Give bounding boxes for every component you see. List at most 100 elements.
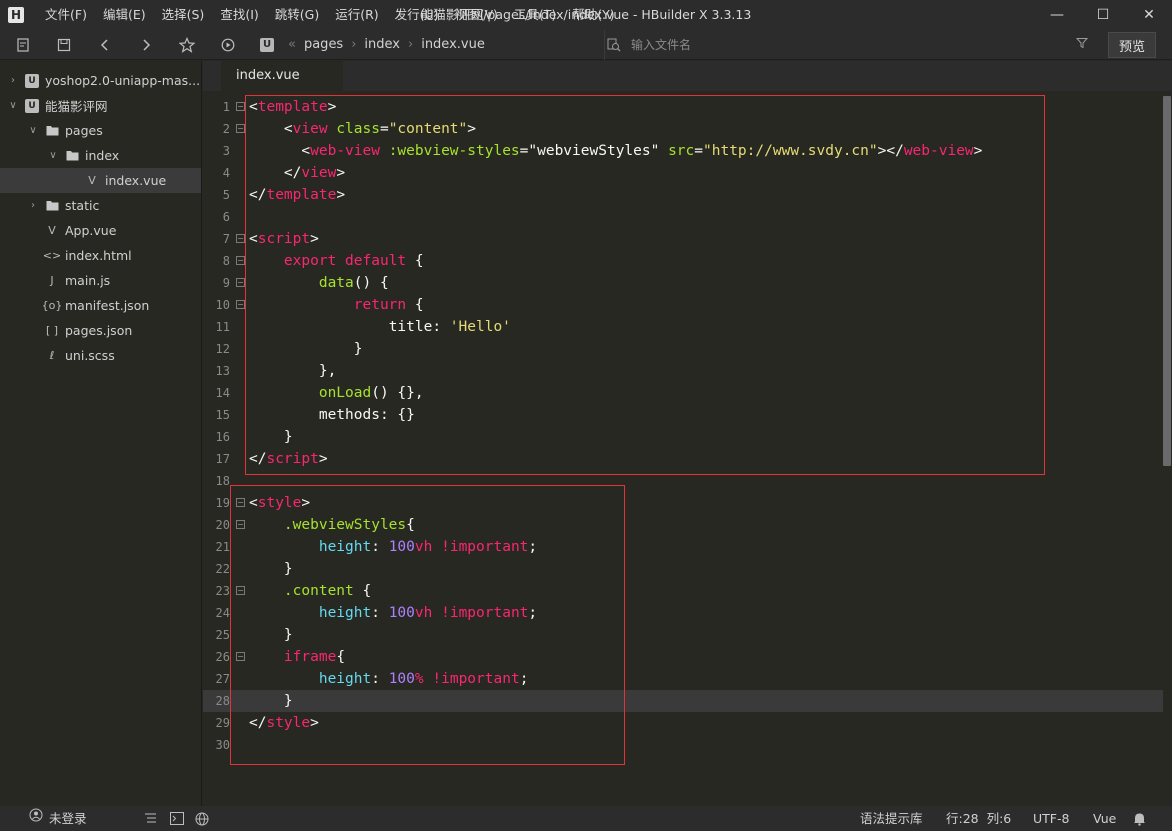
code-line[interactable]: 13 },: [203, 360, 1163, 382]
tree-item[interactable]: [ ] pages.json: [0, 318, 201, 343]
code-line[interactable]: 6: [203, 206, 1163, 228]
code-line[interactable]: 14 onLoad() {},: [203, 382, 1163, 404]
breadcrumb-item-index[interactable]: index: [364, 37, 400, 52]
fold-toggle-icon[interactable]: −: [236, 300, 245, 309]
chevron-right-icon[interactable]: ›: [27, 200, 39, 211]
code-line[interactable]: 24 height: 100vh !important;: [203, 602, 1163, 624]
file-search-input[interactable]: [631, 38, 1051, 52]
network-icon[interactable]: [195, 806, 209, 831]
code-line[interactable]: 30: [203, 734, 1163, 756]
code-line[interactable]: 19− <style>: [203, 492, 1163, 514]
forward-icon[interactable]: [136, 35, 156, 55]
fold-toggle-icon[interactable]: −: [236, 102, 245, 111]
menu-item-5[interactable]: 运行(R): [327, 0, 386, 30]
tree-item[interactable]: ∨ index: [0, 143, 201, 168]
maximize-button[interactable]: ☐: [1080, 0, 1126, 30]
code-line[interactable]: 7− <script>: [203, 228, 1163, 250]
code-text: onLoad() {},: [318, 385, 424, 401]
code-line[interactable]: 28 }: [203, 690, 1163, 712]
fold-toggle-icon[interactable]: −: [236, 278, 245, 287]
language-mode[interactable]: Vue: [1093, 806, 1116, 831]
login-status[interactable]: 未登录: [29, 806, 87, 831]
tab-index-vue[interactable]: index.vue: [221, 61, 343, 91]
code-line[interactable]: 29 </style>: [203, 712, 1163, 734]
preview-button[interactable]: 预览: [1108, 32, 1156, 58]
minimize-button[interactable]: —: [1034, 0, 1080, 30]
code-line[interactable]: 22 }: [203, 558, 1163, 580]
run-icon[interactable]: [218, 35, 238, 55]
menu-item-7[interactable]: 视图(V): [447, 0, 506, 30]
close-button[interactable]: ✕: [1126, 0, 1172, 30]
code-line[interactable]: 4 </view>: [203, 162, 1163, 184]
breadcrumb-separator: ›: [351, 37, 357, 52]
code-line[interactable]: 27 height: 100% !important;: [203, 668, 1163, 690]
fold-toggle-icon[interactable]: −: [236, 124, 245, 133]
encoding[interactable]: UTF-8: [1033, 806, 1069, 831]
line-number: 5: [222, 188, 230, 202]
code-line[interactable]: 18: [203, 470, 1163, 492]
file-icon: [ ]: [45, 324, 59, 337]
code-line[interactable]: 16 }: [203, 426, 1163, 448]
code-line[interactable]: 26− iframe{: [203, 646, 1163, 668]
breadcrumb-item-pages[interactable]: pages: [304, 37, 343, 52]
menu-item-0[interactable]: 文件(F): [37, 0, 95, 30]
code-line[interactable]: 17 </script>: [203, 448, 1163, 470]
code-line[interactable]: 2− <view class="content">: [203, 118, 1163, 140]
code-line[interactable]: 23− .content {: [203, 580, 1163, 602]
menu-item-4[interactable]: 跳转(G): [267, 0, 327, 30]
code-line[interactable]: 25 }: [203, 624, 1163, 646]
new-file-icon[interactable]: [13, 35, 33, 55]
filter-icon[interactable]: [1075, 37, 1089, 53]
code-line[interactable]: 5 </template>: [203, 184, 1163, 206]
code-line[interactable]: 20− .webviewStyles{: [203, 514, 1163, 536]
menu-item-8[interactable]: 工具(T): [506, 0, 564, 30]
tree-item[interactable]: › Uyoshop2.0-uniapp-mas...: [0, 68, 201, 93]
outline-icon[interactable]: [144, 806, 157, 831]
code-line[interactable]: 12 }: [203, 338, 1163, 360]
tree-item[interactable]: V App.vue: [0, 218, 201, 243]
back-icon[interactable]: [95, 35, 115, 55]
menu-item-9[interactable]: 帮助(Y): [564, 0, 622, 30]
fold-toggle-icon[interactable]: −: [236, 498, 245, 507]
chevron-down-icon[interactable]: ∨: [47, 150, 59, 161]
chevron-down-icon[interactable]: ∨: [27, 125, 39, 136]
code-editor[interactable]: 30 29 </style> 28 } 27 height: 100% !importa…: [203, 91, 1172, 806]
code-line[interactable]: 15 methods: {}: [203, 404, 1163, 426]
tree-item[interactable]: Jmain.js: [0, 268, 201, 293]
code-text: }: [283, 693, 293, 709]
tree-item[interactable]: Vindex.vue: [0, 168, 201, 193]
menu-item-3[interactable]: 查找(I): [212, 0, 266, 30]
fold-toggle-icon[interactable]: −: [236, 256, 245, 265]
tree-item[interactable]: <> index.html: [0, 243, 201, 268]
tree-item[interactable]: ∨ pages: [0, 118, 201, 143]
code-line[interactable]: 9− data() {: [203, 272, 1163, 294]
code-line[interactable]: 21 height: 100vh !important;: [203, 536, 1163, 558]
tree-item[interactable]: ∨ U 能猫影评网: [0, 93, 201, 118]
save-icon[interactable]: [54, 35, 74, 55]
fold-toggle-icon[interactable]: −: [236, 586, 245, 595]
terminal-icon[interactable]: [170, 806, 184, 831]
fold-toggle-icon[interactable]: −: [236, 234, 245, 243]
fold-toggle-icon[interactable]: −: [236, 652, 245, 661]
menu-item-2[interactable]: 选择(S): [154, 0, 213, 30]
menu-item-1[interactable]: 编辑(E): [95, 0, 154, 30]
breadcrumb-item-file[interactable]: index.vue: [421, 37, 485, 52]
chevron-right-icon[interactable]: ›: [7, 75, 19, 86]
menu-item-6[interactable]: 发行(U): [387, 0, 447, 30]
chevron-down-icon[interactable]: ∨: [7, 100, 19, 111]
tree-item[interactable]: {o} manifest.json: [0, 293, 201, 318]
editor-tab-bar: index.vue: [203, 61, 1172, 91]
code-line[interactable]: 11 title: 'Hello': [203, 316, 1163, 338]
tree-item[interactable]: ℓ uni.scss: [0, 343, 201, 368]
bell-icon[interactable]: [1133, 806, 1146, 831]
editor-scrollbar[interactable]: [1163, 96, 1171, 466]
code-line[interactable]: 10− return {: [203, 294, 1163, 316]
code-line[interactable]: 8− export default {: [203, 250, 1163, 272]
cursor-position[interactable]: 行:28 列:6: [946, 806, 1011, 831]
star-icon[interactable]: [177, 35, 197, 55]
fold-toggle-icon[interactable]: −: [236, 520, 245, 529]
code-line[interactable]: 1− <template>: [203, 96, 1163, 118]
code-line[interactable]: 3 <web-view :webview-styles="webviewStyl…: [203, 140, 1163, 162]
tree-item[interactable]: › static: [0, 193, 201, 218]
syntax-library[interactable]: 语法提示库: [860, 806, 923, 831]
